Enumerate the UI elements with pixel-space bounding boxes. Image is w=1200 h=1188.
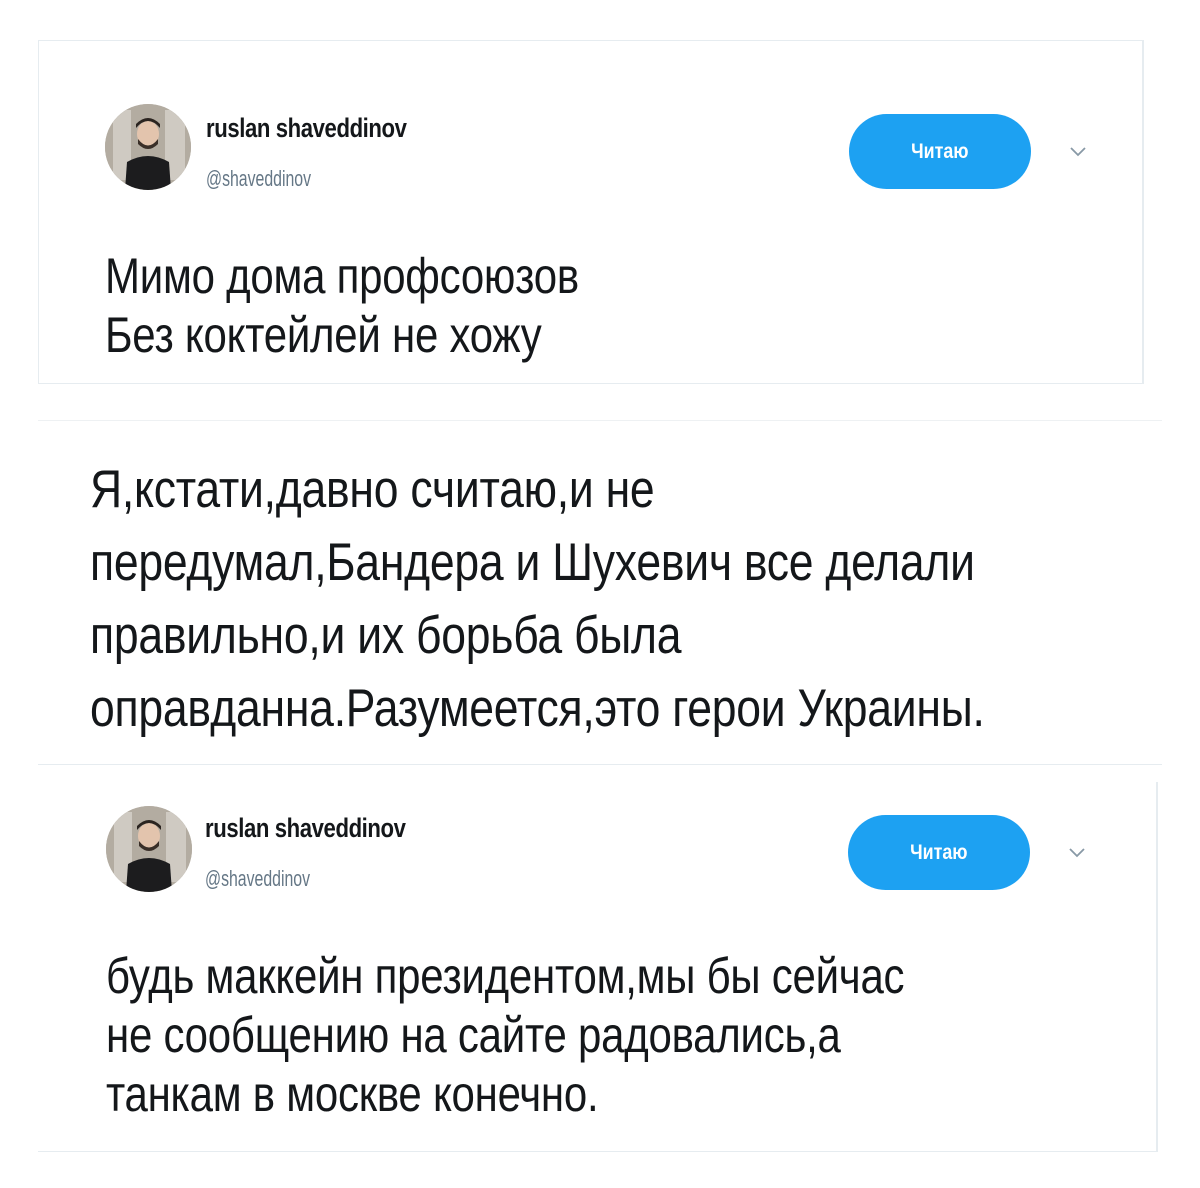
tweet-text-line: передумал,Бандера и Шухевич все делали bbox=[90, 533, 975, 592]
follow-button[interactable]: Читаю bbox=[849, 114, 1031, 189]
tweet-text-line: Без коктейлей не хожу bbox=[105, 307, 542, 363]
author-name[interactable]: ruslan shaveddinov bbox=[205, 813, 406, 844]
user-avatar-icon bbox=[106, 806, 192, 892]
author-avatar[interactable] bbox=[105, 104, 191, 190]
follow-button-label: Читаю bbox=[911, 139, 969, 163]
author-avatar[interactable] bbox=[106, 806, 192, 892]
user-avatar-icon bbox=[105, 104, 191, 190]
tweet-text: Я,кстати,давно считаю,и не передумал,Бан… bbox=[90, 453, 985, 745]
tweet-text-line: правильно,и их борьба была bbox=[90, 606, 682, 665]
tweet-card: Я,кстати,давно считаю,и не передумал,Бан… bbox=[38, 420, 1162, 765]
chevron-down-icon[interactable] bbox=[1064, 840, 1090, 866]
tweet-text: будь маккейн президентом,мы бы сейчас не… bbox=[106, 947, 905, 1124]
tweet-text-line: Я,кстати,давно считаю,и не bbox=[90, 460, 655, 519]
tweet-card: ruslan shaveddinov @shaveddinov Читаю Ми… bbox=[38, 40, 1144, 384]
follow-button-label: Читаю bbox=[910, 840, 968, 864]
tweet-card: ruslan shaveddinov @shaveddinov Читаю бу… bbox=[38, 782, 1158, 1152]
tweet-text: Мимо дома профсоюзов Без коктейлей не хо… bbox=[105, 247, 579, 365]
author-name[interactable]: ruslan shaveddinov bbox=[206, 113, 407, 144]
author-handle[interactable]: @shaveddinov bbox=[206, 166, 311, 192]
tweet-text-line: не сообщению на сайте радовались,а bbox=[106, 1007, 841, 1063]
author-handle[interactable]: @shaveddinov bbox=[205, 866, 310, 892]
tweet-text-line: танкам в москве конечно. bbox=[106, 1066, 599, 1122]
chevron-down-icon[interactable] bbox=[1065, 139, 1091, 165]
follow-button[interactable]: Читаю bbox=[848, 815, 1030, 890]
tweet-text-line: Мимо дома профсоюзов bbox=[105, 248, 579, 304]
tweet-text-line: будь маккейн президентом,мы бы сейчас bbox=[106, 948, 905, 1004]
divider bbox=[38, 764, 1162, 765]
tweet-text-line: оправданна.Разумеется,это герои Украины. bbox=[90, 679, 985, 738]
